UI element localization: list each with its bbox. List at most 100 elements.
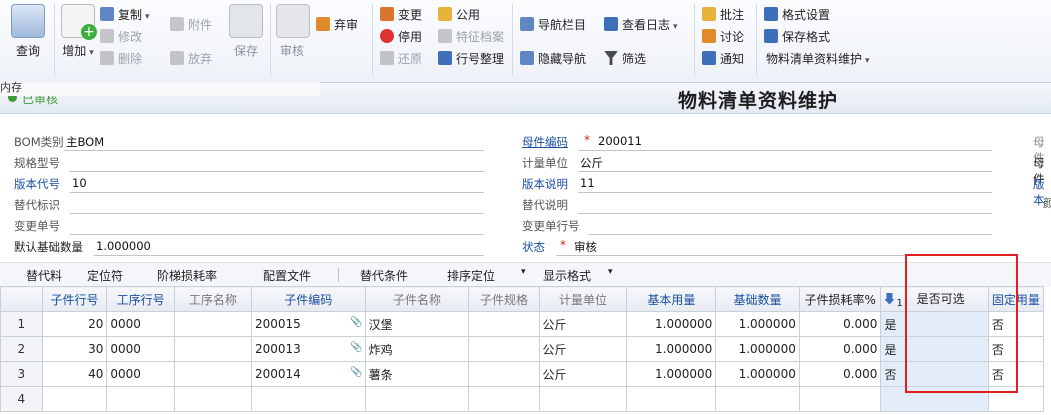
cell-code[interactable] bbox=[250, 386, 366, 412]
restore-button[interactable]: 还原 bbox=[380, 50, 422, 68]
cell-line-no[interactable]: 20 bbox=[41, 311, 108, 337]
filter-button[interactable]: 筛选 bbox=[604, 50, 646, 68]
cell-op-line[interactable]: 0000 bbox=[106, 361, 175, 387]
cell-spec[interactable] bbox=[468, 311, 540, 337]
change-row-field[interactable]: 变更单行号 bbox=[522, 215, 992, 235]
table-row[interactable]: 1 20 0000 200015 📎 汉堡 公斤 1.000000 1.000000 0.000 是… bbox=[0, 311, 1051, 337]
cell-code[interactable]: 200015 📎 bbox=[250, 311, 366, 337]
cell-op-line[interactable]: 0000 bbox=[106, 311, 175, 337]
table-row[interactable]: 2 30 0000 200013 📎 炸鸡 公斤 1.000000 1.000000 0.000 是… bbox=[0, 336, 1051, 362]
state-field[interactable]: 状态 * 审核 bbox=[522, 236, 992, 256]
cell-code[interactable]: 200014 📎 bbox=[250, 361, 366, 387]
version-desc-field[interactable]: 版本说明 11 bbox=[522, 173, 992, 193]
cell-spec[interactable] bbox=[468, 386, 540, 412]
col-header-op-line[interactable]: 工序行号 bbox=[106, 286, 175, 312]
spec-field[interactable]: 规格型号 bbox=[14, 152, 484, 172]
cell-loss[interactable] bbox=[798, 386, 882, 412]
cell-name[interactable] bbox=[364, 386, 470, 412]
cell-line-no[interactable]: 40 bbox=[41, 361, 108, 387]
display-format-button[interactable]: 显示格式 bbox=[543, 267, 591, 284]
paperclip-icon[interactable]: 📎 bbox=[350, 342, 362, 353]
cell-name[interactable]: 炸鸡 bbox=[364, 336, 470, 362]
modify-button[interactable]: 修改 bbox=[100, 28, 142, 46]
delete-button[interactable]: 删除 bbox=[100, 50, 142, 68]
col-header-spec[interactable]: 子件规格 bbox=[468, 286, 540, 312]
nav-bar-button[interactable]: 导航栏目 bbox=[520, 16, 586, 34]
cell-qty[interactable] bbox=[626, 386, 717, 412]
paperclip-icon[interactable]: 📎 bbox=[350, 367, 362, 378]
col-header-line-no[interactable]: 子件行号 bbox=[41, 286, 108, 312]
feature-file-button[interactable]: 特征档案 bbox=[438, 28, 504, 46]
annotate-button[interactable]: 批注 bbox=[702, 6, 744, 24]
cell-op-name[interactable] bbox=[173, 336, 252, 362]
col-header-unit[interactable]: 计量单位 bbox=[538, 286, 628, 312]
default-qty-field[interactable]: 默认基础数量 1.000000 bbox=[14, 236, 484, 256]
disable-button[interactable]: 停用 bbox=[380, 28, 422, 46]
cell-op-line[interactable] bbox=[106, 386, 175, 412]
cell-loss[interactable]: 0.000 bbox=[798, 311, 882, 337]
cell-spec[interactable] bbox=[468, 361, 540, 387]
col-header-name[interactable]: 子件名称 bbox=[364, 286, 470, 312]
sort-locate-button[interactable]: 排序定位 bbox=[447, 267, 495, 284]
cell-unit[interactable]: 公斤 bbox=[538, 336, 628, 362]
version-field[interactable]: 版本代号 10 bbox=[14, 173, 484, 193]
cell-qty[interactable]: 1.000000 bbox=[626, 336, 717, 362]
config-file-button[interactable]: 配置文件 bbox=[263, 267, 311, 284]
view-log-button[interactable]: 查看日志 ▾ bbox=[604, 16, 678, 34]
sort-locate-caret-icon[interactable]: ▾ bbox=[521, 267, 526, 277]
table-row[interactable]: 4 bbox=[0, 386, 1051, 412]
copy-button[interactable]: 复制 ▾ bbox=[100, 6, 150, 24]
abandon-button[interactable]: 放弃 bbox=[170, 50, 212, 68]
substitute-condition-button[interactable]: 替代条件 bbox=[360, 267, 408, 284]
cell-base[interactable]: 1.000000 bbox=[715, 311, 800, 337]
cell-name[interactable]: 薯条 bbox=[364, 361, 470, 387]
cell-loss[interactable]: 0.000 bbox=[798, 361, 882, 387]
paperclip-icon[interactable]: 📎 bbox=[350, 317, 362, 328]
bom-type-field[interactable]: BOM类别 主BOM bbox=[14, 131, 484, 151]
cell-qty[interactable]: 1.000000 bbox=[626, 361, 717, 387]
cell-op-name[interactable] bbox=[173, 311, 252, 337]
cell-code[interactable]: 200013 📎 bbox=[250, 336, 366, 362]
alt-field[interactable]: 替代标识 bbox=[14, 194, 484, 214]
col-header-loss[interactable]: 子件损耗率% bbox=[798, 286, 882, 312]
cell-line-no[interactable] bbox=[41, 386, 108, 412]
locator-button[interactable]: 定位符 bbox=[87, 267, 123, 284]
cell-op-line[interactable]: 0000 bbox=[106, 336, 175, 362]
substitute-button[interactable]: 替代料 bbox=[26, 267, 62, 284]
unaudit-button[interactable]: 弃审 bbox=[316, 16, 358, 34]
col-header-qty[interactable]: 基本用量 bbox=[626, 286, 717, 312]
cell-loss[interactable]: 0.000 bbox=[798, 336, 882, 362]
public-button[interactable]: 公用 bbox=[438, 6, 480, 24]
col-header-op-name[interactable]: 工序名称 bbox=[173, 286, 252, 312]
row-arrange-button[interactable]: 行号整理 bbox=[438, 50, 504, 68]
alt-desc-field[interactable]: 替代说明 bbox=[522, 194, 992, 214]
cell-line-no[interactable]: 30 bbox=[41, 336, 108, 362]
cell-name[interactable]: 汉堡 bbox=[364, 311, 470, 337]
cell-unit[interactable]: 公斤 bbox=[538, 311, 628, 337]
step-loss-button[interactable]: 阶梯损耗率 bbox=[157, 267, 217, 284]
cell-op-name[interactable] bbox=[173, 386, 252, 412]
attach-button[interactable]: 附件 bbox=[170, 16, 212, 34]
query-button[interactable]: 查询 bbox=[10, 4, 46, 59]
add-button[interactable]: + 增加 ▾ bbox=[60, 4, 97, 59]
save-button[interactable]: 保存 bbox=[228, 4, 264, 59]
cell-base[interactable] bbox=[715, 386, 800, 412]
table-row[interactable]: 3 40 0000 200014 📎 薯条 公斤 1.000000 1.000000 0.000 否… bbox=[0, 361, 1051, 387]
unit-field[interactable]: 计量单位 公斤 bbox=[522, 152, 992, 172]
change-button[interactable]: 变更 bbox=[380, 6, 422, 24]
format-select-dropdown[interactable]: 物料清单资料维护 ▾ bbox=[766, 50, 870, 68]
col-header-code[interactable]: 子件编码 bbox=[250, 286, 366, 312]
cell-unit[interactable]: 公斤 bbox=[538, 361, 628, 387]
cell-op-name[interactable] bbox=[173, 361, 252, 387]
cell-spec[interactable] bbox=[468, 336, 540, 362]
change-no-field[interactable]: 变更单号 bbox=[14, 215, 484, 235]
save-format-button[interactable]: 保存格式 bbox=[764, 28, 830, 46]
hide-nav-button[interactable]: 隐藏导航 bbox=[520, 50, 586, 68]
audit-button[interactable]: 审核 bbox=[276, 4, 310, 59]
cell-base[interactable]: 1.000000 bbox=[715, 336, 800, 362]
display-format-caret-icon[interactable]: ▾ bbox=[608, 267, 613, 277]
cell-unit[interactable] bbox=[538, 386, 628, 412]
cell-base[interactable]: 1.000000 bbox=[715, 361, 800, 387]
discuss-button[interactable]: 讨论 bbox=[702, 28, 744, 46]
format-settings-button[interactable]: 格式设置 bbox=[764, 6, 830, 24]
